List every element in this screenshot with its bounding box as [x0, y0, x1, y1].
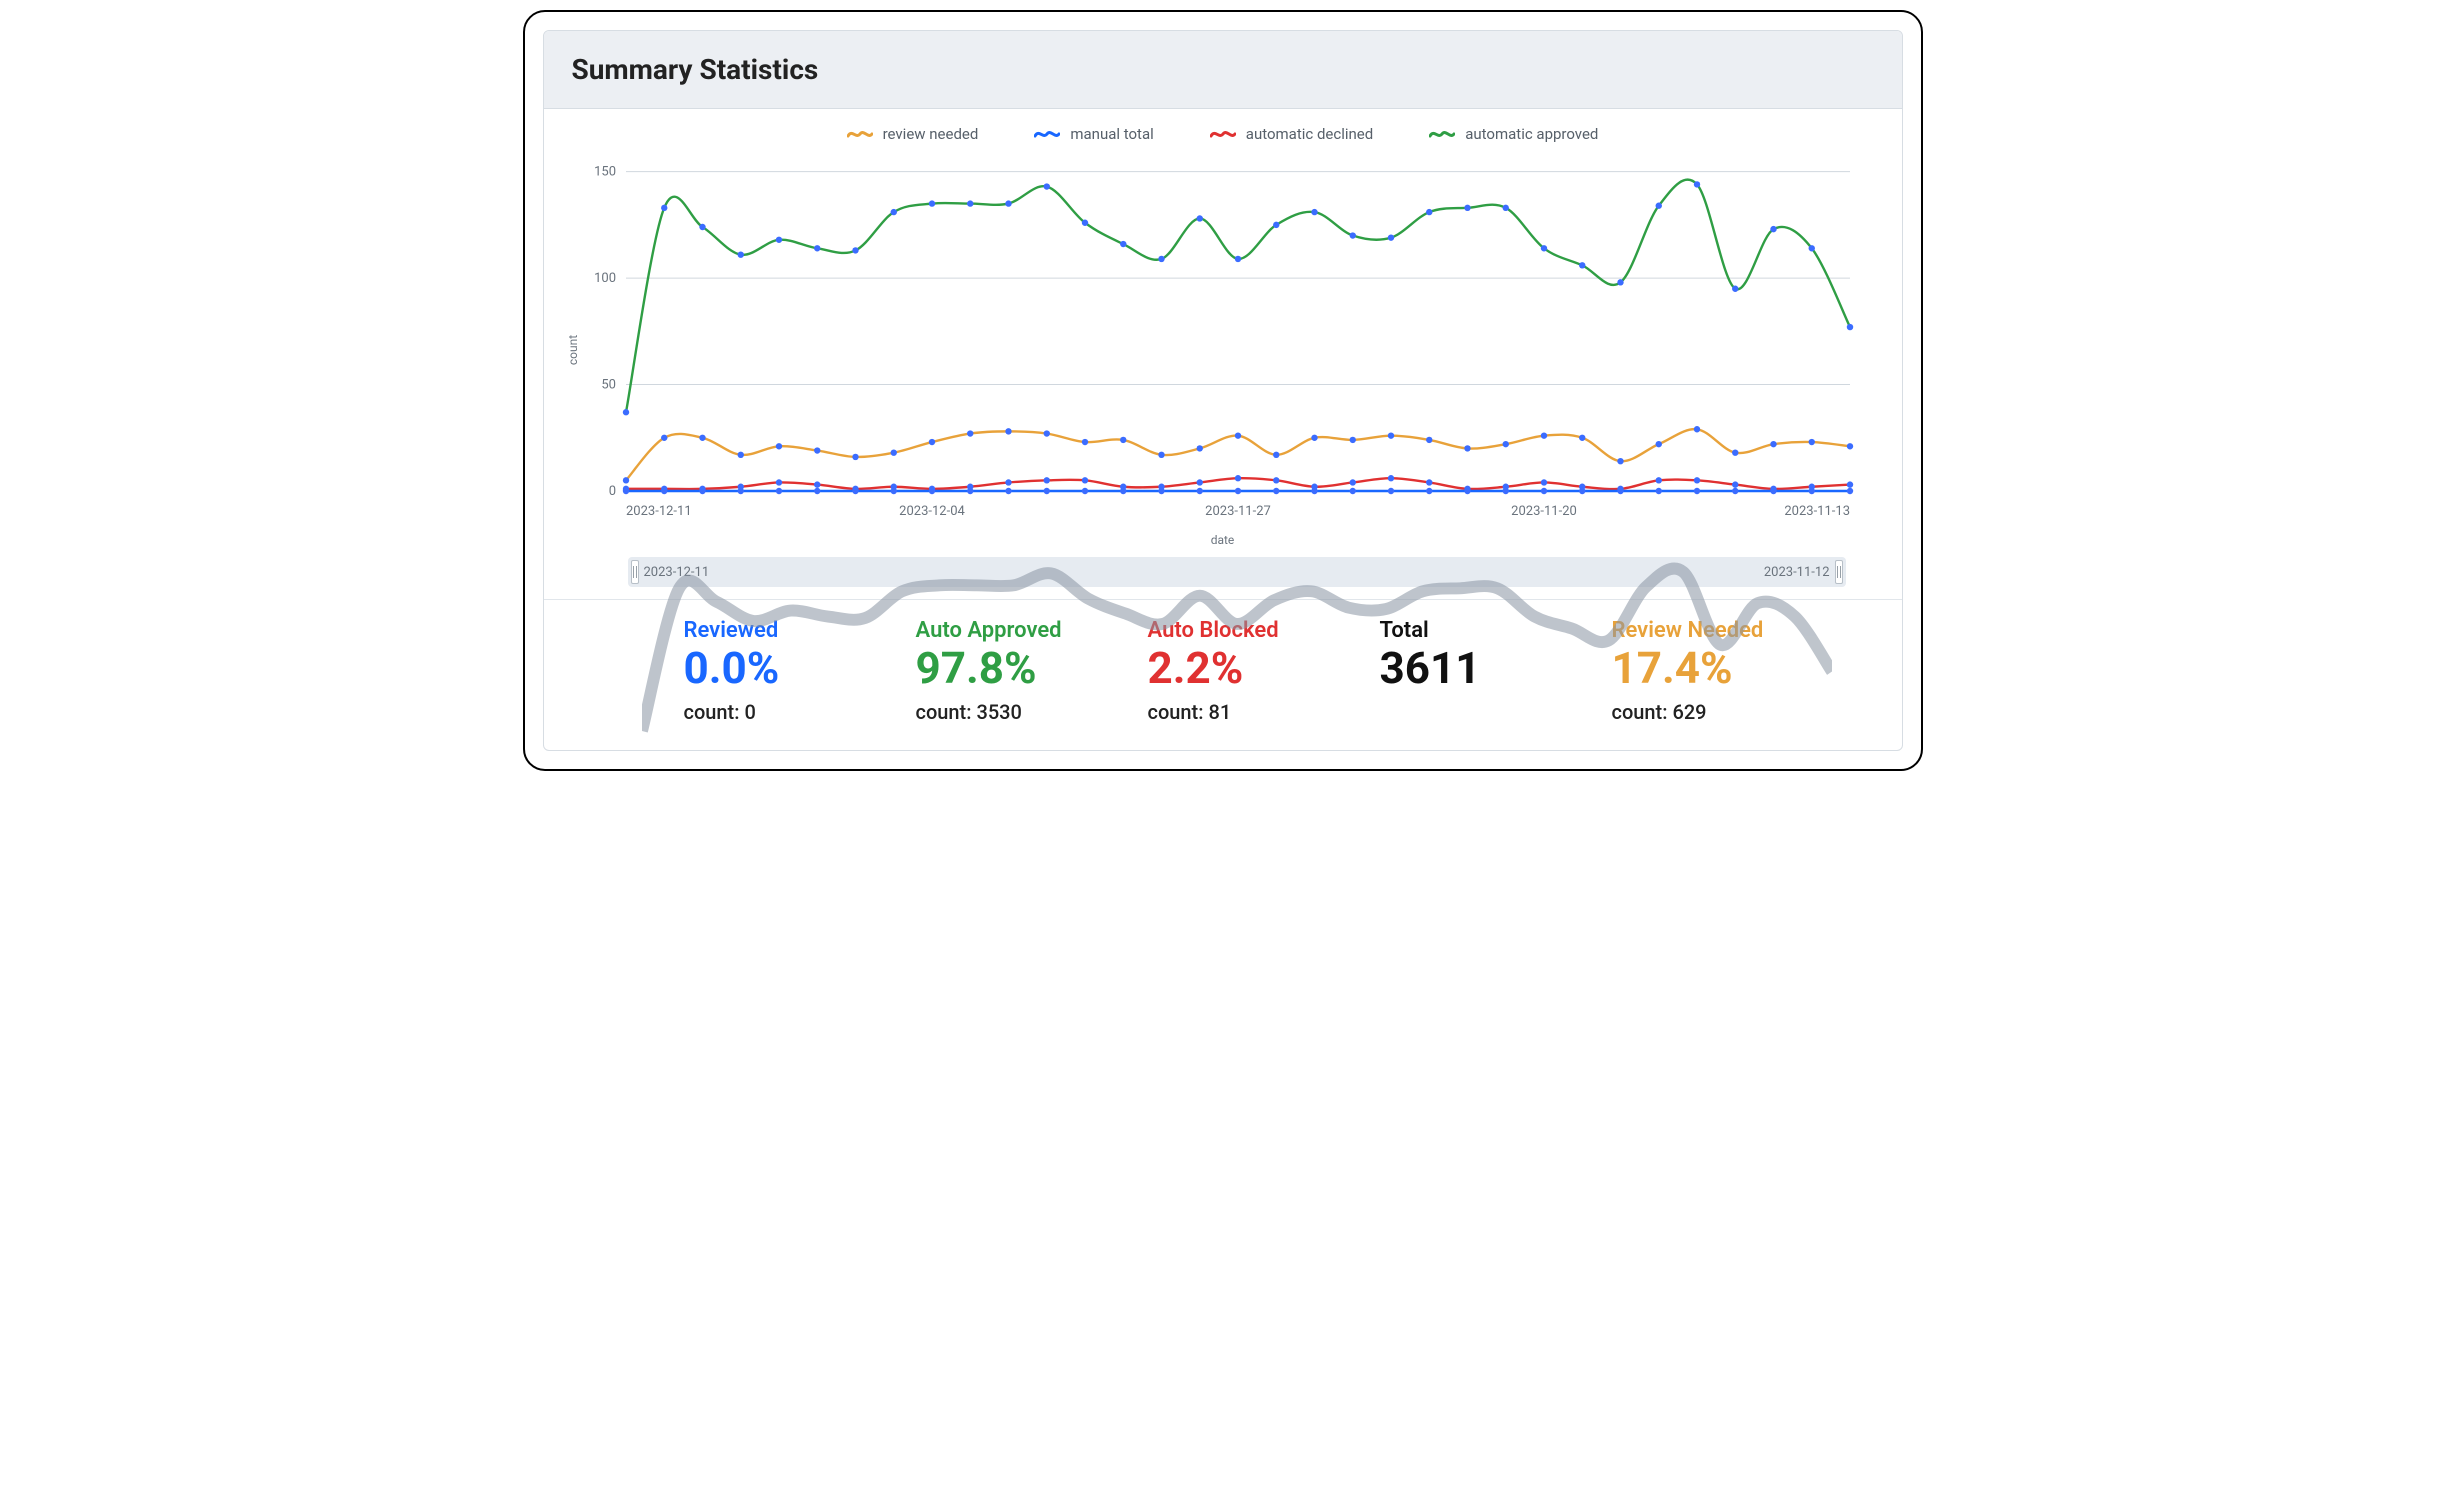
chart-legend: review needed manual total automatic dec…: [564, 119, 1882, 147]
brush-sparkline: [642, 560, 1832, 751]
legend-item-manual-total[interactable]: manual total: [1034, 125, 1153, 143]
svg-text:100: 100: [594, 271, 616, 286]
legend-label: automatic approved: [1465, 125, 1598, 143]
wave-icon: [1210, 127, 1236, 141]
range-brush[interactable]: 2023-12-11 2023-11-12: [628, 557, 1846, 587]
svg-text:2023-12-11: 2023-12-11: [626, 504, 692, 519]
legend-label: manual total: [1070, 125, 1153, 143]
y-axis-label: count: [566, 335, 580, 365]
legend-label: automatic declined: [1246, 125, 1373, 143]
range-brush-area: 2023-12-11 2023-11-12: [564, 553, 1882, 597]
svg-text:50: 50: [601, 378, 616, 393]
wave-icon: [847, 127, 873, 141]
svg-text:2023-11-13: 2023-11-13: [1784, 504, 1850, 519]
brush-handle-right[interactable]: [1835, 560, 1843, 584]
x-axis-label: date: [564, 527, 1882, 553]
svg-text:150: 150: [594, 165, 616, 180]
plot[interactable]: count 0 50 100 150 2023-12-11 2023-12-04 2023…: [564, 147, 1882, 553]
wave-icon: [1429, 127, 1455, 141]
legend-label: review needed: [883, 125, 979, 143]
card-header: Summary Statistics: [544, 31, 1902, 109]
legend-item-review-needed[interactable]: review needed: [847, 125, 979, 143]
brush-handle-left[interactable]: [631, 560, 639, 584]
card-title: Summary Statistics: [572, 53, 1874, 86]
line-chart-svg: 0 50 100 150 2023-12-11 2023-12-04 2023-11-27…: [564, 147, 1864, 527]
svg-text:0: 0: [608, 484, 615, 499]
svg-text:2023-12-04: 2023-12-04: [899, 504, 965, 519]
page-frame: Summary Statistics review needed manual …: [523, 10, 1923, 771]
legend-item-automatic-approved[interactable]: automatic approved: [1429, 125, 1598, 143]
wave-icon: [1034, 127, 1060, 141]
summary-statistics-card: Summary Statistics review needed manual …: [543, 30, 1903, 751]
chart-area: review needed manual total automatic dec…: [544, 109, 1902, 599]
svg-text:2023-11-27: 2023-11-27: [1205, 504, 1271, 519]
legend-item-automatic-declined[interactable]: automatic declined: [1210, 125, 1373, 143]
svg-text:2023-11-20: 2023-11-20: [1511, 504, 1577, 519]
